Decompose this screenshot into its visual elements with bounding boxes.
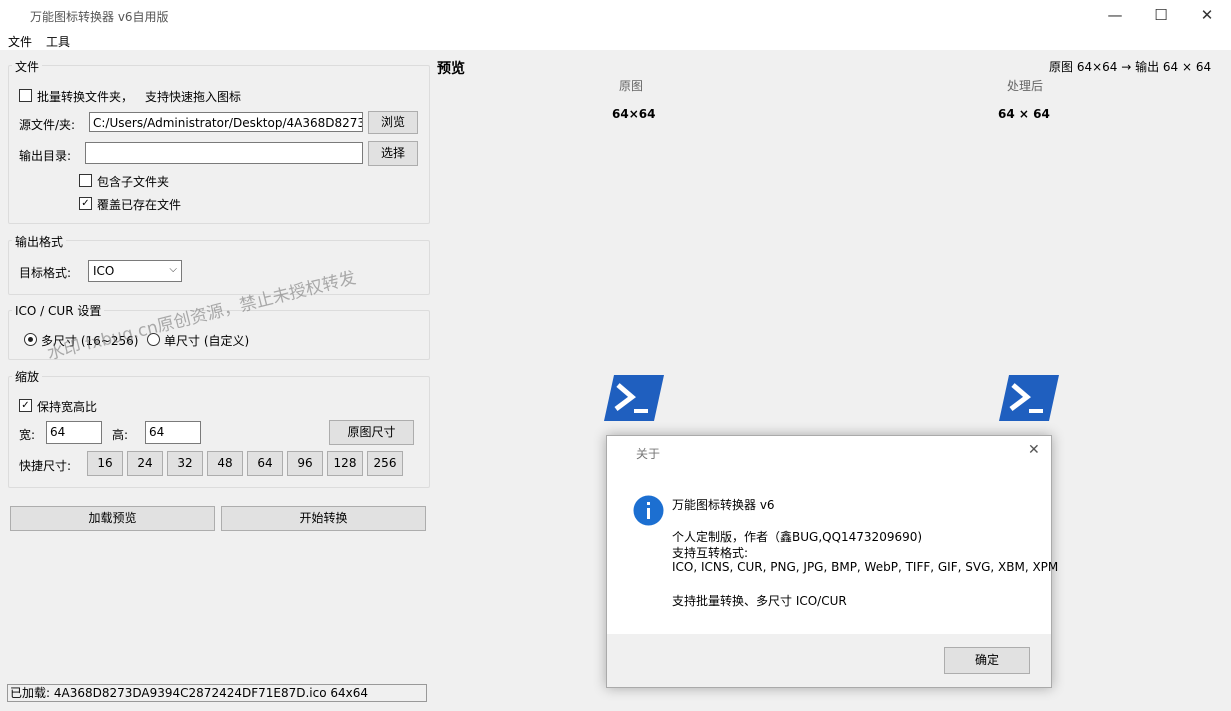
source-input[interactable]: C:/Users/Administrator/Desktop/4A368D827… xyxy=(89,112,363,132)
original-label: 原图 xyxy=(619,79,644,93)
overwrite-checkbox[interactable]: ✓ xyxy=(79,197,92,210)
original-powershell-icon xyxy=(604,375,664,421)
output-label: 输出目录: xyxy=(19,149,72,163)
source-label: 源文件/夹: xyxy=(19,118,76,132)
height-input[interactable]: 64 xyxy=(145,421,201,444)
quick-size-32[interactable]: 32 xyxy=(167,451,203,476)
menu-tools[interactable]: 工具 xyxy=(46,33,70,50)
load-preview-button[interactable]: 加载预览 xyxy=(10,506,215,531)
maximize-button[interactable]: ☐ xyxy=(1138,0,1184,31)
start-convert-button[interactable]: 开始转换 xyxy=(221,506,426,531)
quick-size-96[interactable]: 96 xyxy=(287,451,323,476)
choose-button[interactable]: 选择 xyxy=(368,141,418,166)
format-group xyxy=(8,240,430,295)
quick-size-16[interactable]: 16 xyxy=(87,451,123,476)
quick-size-64[interactable]: 64 xyxy=(247,451,283,476)
status-bar: 已加载: 4A368D8273DA9394C2872424DF71E87D.ic… xyxy=(7,684,427,702)
original-size: 64×64 xyxy=(612,107,656,121)
keep-ratio-checkbox[interactable]: ✓ xyxy=(19,399,32,412)
output-input[interactable] xyxy=(85,142,363,164)
ico-cur-group-title: ICO / CUR 设置 xyxy=(12,302,105,319)
menu-bar: 文件 工具 xyxy=(0,31,1231,50)
about-dialog: 关于 ✕ 万能图标转换器 v6 个人定制版，作者（鑫BUG,QQ14732096… xyxy=(606,435,1058,688)
quick-size-24[interactable]: 24 xyxy=(127,451,163,476)
drag-hint: 支持快速拖入图标 xyxy=(145,90,242,104)
width-input[interactable]: 64 xyxy=(46,421,102,444)
batch-checkbox[interactable] xyxy=(19,89,32,102)
browse-button[interactable]: 浏览 xyxy=(368,111,418,134)
about-formats: ICO, ICNS, CUR, PNG, JPG, BMP, WebP, TIF… xyxy=(672,560,1059,574)
about-author: 个人定制版，作者（鑫BUG,QQ1473209690) xyxy=(672,530,923,544)
about-formats-label: 支持互转格式: xyxy=(672,546,749,560)
window-title: 万能图标转换器 v6自用版 xyxy=(30,10,169,24)
chevron-down-icon: ⌵ xyxy=(169,264,177,275)
include-subfolders-label: 包含子文件夹 xyxy=(97,175,170,189)
target-format-value: ICO xyxy=(93,264,115,278)
ok-button[interactable]: 确定 xyxy=(944,647,1030,674)
about-feature: 支持批量转换、多尺寸 ICO/CUR xyxy=(672,594,847,608)
processed-size: 64 × 64 xyxy=(998,107,1050,121)
quick-size-label: 快捷尺寸: xyxy=(19,459,72,473)
overwrite-label: 覆盖已存在文件 xyxy=(97,198,182,212)
about-close-icon[interactable]: ✕ xyxy=(1028,442,1040,458)
quick-size-256[interactable]: 256 xyxy=(367,451,403,476)
target-format-select[interactable]: ICO ⌵ xyxy=(88,260,182,282)
processed-powershell-icon xyxy=(999,375,1059,421)
multi-size-radio[interactable] xyxy=(24,333,37,346)
preview-summary: 原图 64×64 → 输出 64 × 64 xyxy=(1049,60,1212,74)
include-subfolders-checkbox[interactable] xyxy=(79,174,92,187)
quick-size-128[interactable]: 128 xyxy=(327,451,363,476)
format-group-title: 输出格式 xyxy=(12,233,67,250)
minimize-button[interactable]: — xyxy=(1092,0,1138,31)
info-icon xyxy=(633,495,664,526)
menu-file[interactable]: 文件 xyxy=(8,33,32,50)
height-label: 高: xyxy=(112,428,129,442)
keep-ratio-label: 保持宽高比 xyxy=(37,400,98,414)
batch-label: 批量转换文件夹， xyxy=(37,90,134,104)
file-group-title: 文件 xyxy=(12,58,43,75)
title-bar: 万能图标转换器 v6自用版 — ☐ ✕ xyxy=(0,0,1231,31)
about-dialog-title: 关于 xyxy=(636,447,661,461)
quick-size-48[interactable]: 48 xyxy=(207,451,243,476)
preview-title: 预览 xyxy=(437,61,465,77)
width-label: 宽: xyxy=(19,428,36,442)
scale-group-title: 缩放 xyxy=(12,368,43,385)
original-size-button[interactable]: 原图尺寸 xyxy=(329,420,414,445)
single-size-label: 单尺寸 (自定义) xyxy=(164,334,250,348)
target-format-label: 目标格式: xyxy=(19,266,72,280)
processed-label: 处理后 xyxy=(1007,79,1044,93)
close-button[interactable]: ✕ xyxy=(1184,0,1230,31)
about-app-name: 万能图标转换器 v6 xyxy=(672,498,775,512)
